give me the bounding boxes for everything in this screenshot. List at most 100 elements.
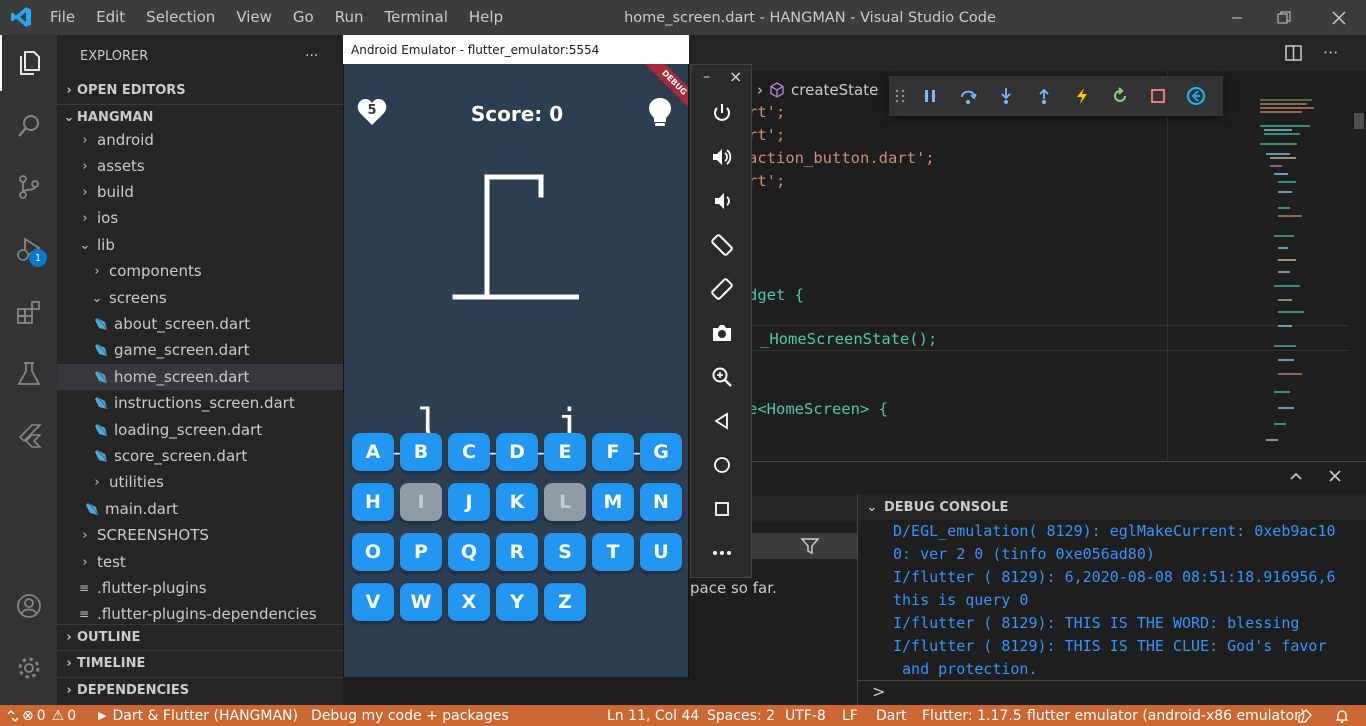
zoom-button[interactable]: [691, 355, 753, 399]
key-q[interactable]: Q: [448, 533, 490, 571]
folder-test[interactable]: › test: [57, 549, 343, 575]
overview-button[interactable]: [691, 487, 753, 531]
key-p[interactable]: P: [400, 533, 442, 571]
rotate-left-button[interactable]: [691, 223, 753, 267]
open-editors-section[interactable]: › OPEN EDITORS: [57, 77, 343, 103]
key-n[interactable]: N: [640, 483, 682, 521]
close-window-button[interactable]: [1316, 0, 1362, 35]
key-u[interactable]: U: [640, 533, 682, 571]
step-out-button[interactable]: [1025, 76, 1063, 116]
key-f[interactable]: F: [592, 433, 634, 471]
hint-button[interactable]: [648, 97, 672, 129]
step-into-button[interactable]: [987, 76, 1025, 116]
power-button[interactable]: [691, 91, 753, 135]
menu-selection[interactable]: Selection: [146, 8, 215, 26]
breadcrumb-item[interactable]: createState: [791, 81, 878, 99]
key-z[interactable]: Z: [544, 583, 586, 621]
folder-utilities[interactable]: › utilities: [57, 469, 343, 495]
file-flutter-plugins[interactable]: ≡ .flutter-plugins: [57, 575, 343, 601]
key-w[interactable]: W: [400, 583, 442, 621]
emulator-minimize-button[interactable]: –: [703, 69, 710, 85]
key-k[interactable]: K: [496, 483, 538, 521]
timeline-section[interactable]: › TIMELINE: [57, 650, 343, 676]
key-y[interactable]: Y: [496, 583, 538, 621]
key-h[interactable]: H: [352, 483, 394, 521]
menu-file[interactable]: File: [50, 8, 75, 26]
menu-edit[interactable]: Edit: [96, 8, 125, 26]
key-d[interactable]: D: [496, 433, 538, 471]
source-control-activity-button[interactable]: [0, 159, 57, 215]
search-activity-button[interactable]: [0, 98, 57, 154]
key-m[interactable]: M: [592, 483, 634, 521]
screenshot-button[interactable]: [691, 311, 753, 355]
editor-scrollbar[interactable]: [1354, 113, 1364, 129]
file-loading-screen[interactable]: loading_screen.dart: [57, 417, 343, 443]
feedback-icon[interactable]: [1297, 705, 1313, 726]
maximize-panel-icon[interactable]: [1288, 468, 1308, 488]
split-editor-icon[interactable]: [1285, 44, 1305, 62]
settings-activity-button[interactable]: [0, 640, 57, 696]
debug-console[interactable]: ⌄ DEBUG CONSOLE D/EGL_emulation( 8129): …: [857, 494, 1366, 705]
testing-activity-button[interactable]: [0, 346, 57, 402]
stop-button[interactable]: [1139, 76, 1177, 116]
explorer-activity-button[interactable]: [0, 35, 57, 91]
folder-ios[interactable]: › ios: [57, 205, 343, 231]
dependencies-section[interactable]: › DEPENDENCIES: [57, 677, 343, 703]
device-selector[interactable]: flutter emulator (android-x86 emulator): [1027, 705, 1305, 726]
restore-button[interactable]: [1261, 0, 1307, 35]
back-button[interactable]: [691, 399, 753, 443]
key-e[interactable]: E: [544, 433, 586, 471]
end-of-line[interactable]: LF: [842, 705, 858, 726]
remote-icon[interactable]: [6, 705, 20, 726]
hot-reload-button[interactable]: [1063, 76, 1101, 116]
emulator-screen[interactable]: DEBUG 5 Score: 0 _ l _ _ _ i _ _ A B C D…: [343, 64, 689, 677]
flutter-activity-button[interactable]: [0, 408, 57, 464]
flutter-version[interactable]: Flutter: 1.17.5: [922, 705, 1022, 726]
key-i[interactable]: I: [400, 483, 442, 521]
folder-screenshots[interactable]: › SCREENSHOTS: [57, 522, 343, 548]
outline-section[interactable]: › OUTLINE: [57, 624, 343, 650]
notifications-icon[interactable]: [1334, 705, 1350, 726]
run-debug-activity-button[interactable]: 1: [0, 221, 57, 277]
problems-status[interactable]: ⊗ 0 ⚠ 0: [22, 705, 76, 726]
menu-go[interactable]: Go: [293, 8, 314, 26]
filter-input[interactable]: [752, 533, 857, 559]
file-about-screen[interactable]: about_screen.dart: [57, 311, 343, 337]
menu-run[interactable]: Run: [335, 8, 364, 26]
home-button[interactable]: [691, 443, 753, 487]
launch-config[interactable]: ▶ Dart & Flutter (HANGMAN): [98, 705, 298, 726]
extensions-activity-button[interactable]: [0, 285, 57, 341]
volume-up-button[interactable]: [691, 135, 753, 179]
cursor-position[interactable]: Ln 11, Col 44: [607, 705, 699, 726]
file-score-screen[interactable]: score_screen.dart: [57, 443, 343, 469]
file-main[interactable]: main.dart: [57, 496, 343, 522]
step-over-button[interactable]: [949, 76, 987, 116]
key-b[interactable]: B: [400, 433, 442, 471]
key-g[interactable]: G: [640, 433, 682, 471]
more-button[interactable]: [691, 531, 753, 575]
folder-android[interactable]: › android: [57, 127, 343, 153]
file-instructions-screen[interactable]: instructions_screen.dart: [57, 390, 343, 416]
file-game-screen[interactable]: game_screen.dart: [57, 337, 343, 363]
key-t[interactable]: T: [592, 533, 634, 571]
folder-build[interactable]: › build: [57, 179, 343, 205]
key-r[interactable]: R: [496, 533, 538, 571]
key-l[interactable]: L: [544, 483, 586, 521]
folder-assets[interactable]: › assets: [57, 153, 343, 179]
debug-console-header[interactable]: ⌄ DEBUG CONSOLE: [858, 494, 1366, 520]
restart-button[interactable]: [1101, 76, 1139, 116]
volume-down-button[interactable]: [691, 179, 753, 223]
indentation[interactable]: Spaces: 2: [707, 705, 775, 726]
key-c[interactable]: C: [448, 433, 490, 471]
key-j[interactable]: J: [448, 483, 490, 521]
close-panel-icon[interactable]: [1327, 468, 1347, 488]
key-x[interactable]: X: [448, 583, 490, 621]
devtools-button[interactable]: [1177, 76, 1215, 116]
drag-handle-icon[interactable]: [889, 76, 911, 116]
menu-view[interactable]: View: [236, 8, 272, 26]
emulator-close-button[interactable]: ×: [729, 67, 742, 86]
editor-more-icon[interactable]: ···: [1323, 43, 1347, 62]
key-a[interactable]: A: [352, 433, 394, 471]
console-prompt[interactable]: >: [872, 682, 885, 701]
pause-button[interactable]: [911, 76, 949, 116]
